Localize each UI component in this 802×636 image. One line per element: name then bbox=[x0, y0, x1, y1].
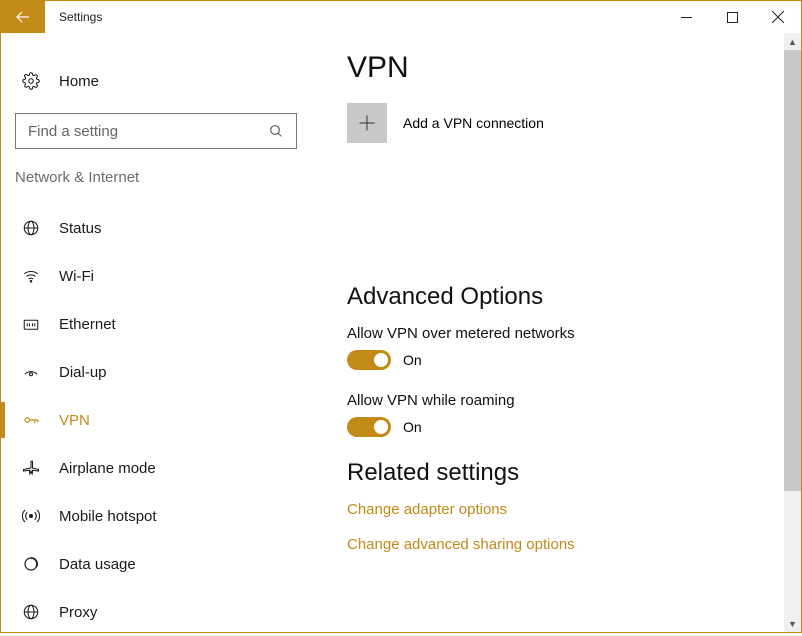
search-input[interactable] bbox=[26, 122, 266, 141]
related-link[interactable]: Change advanced sharing options bbox=[347, 536, 777, 553]
sidebar-nav: Status Wi-Fi Ethernet Dial-up VPN Airplane mo… bbox=[1, 204, 311, 636]
maximize-icon bbox=[727, 12, 738, 23]
sidebar-item-label: Airplane mode bbox=[59, 460, 156, 477]
sidebar-item-proxy[interactable]: Proxy bbox=[1, 588, 311, 636]
close-icon bbox=[772, 11, 784, 23]
ethernet-icon bbox=[21, 314, 41, 334]
dialup-icon bbox=[21, 362, 41, 382]
toggle-switch[interactable] bbox=[347, 417, 391, 437]
sidebar-item-label: Wi-Fi bbox=[59, 268, 94, 285]
close-button[interactable] bbox=[755, 1, 801, 33]
sidebar-item-label: Data usage bbox=[59, 556, 136, 573]
sidebar-home[interactable]: Home bbox=[1, 57, 311, 105]
globe-icon bbox=[21, 218, 41, 238]
titlebar: Settings bbox=[1, 1, 801, 33]
datausage-icon bbox=[21, 554, 41, 574]
back-button[interactable] bbox=[1, 1, 45, 33]
maximize-button[interactable] bbox=[709, 1, 755, 33]
advanced-options-heading: Advanced Options bbox=[347, 283, 777, 311]
sidebar-home-label: Home bbox=[59, 73, 99, 90]
sidebar-item-label: Ethernet bbox=[59, 316, 116, 333]
option-label: Allow VPN over metered networks bbox=[347, 325, 777, 342]
proxy-icon bbox=[21, 602, 41, 622]
vertical-scrollbar[interactable]: ▲ ▼ bbox=[784, 33, 801, 632]
sidebar-item-wi-fi[interactable]: Wi-Fi bbox=[1, 252, 311, 300]
titlebar-drag-area[interactable] bbox=[102, 1, 663, 33]
sidebar-item-status[interactable]: Status bbox=[1, 204, 311, 252]
airplane-icon bbox=[21, 458, 41, 478]
wifi-icon bbox=[21, 266, 41, 286]
sidebar-item-label: Proxy bbox=[59, 604, 97, 621]
option-label: Allow VPN while roaming bbox=[347, 392, 777, 409]
related-link[interactable]: Change adapter options bbox=[347, 501, 777, 518]
window-controls bbox=[663, 1, 801, 33]
sidebar-item-label: VPN bbox=[59, 412, 90, 429]
toggle-state-text: On bbox=[403, 419, 422, 435]
back-arrow-icon bbox=[14, 8, 32, 26]
sidebar: Home Network & Internet Status Wi-Fi Ether… bbox=[1, 33, 311, 632]
scrollbar-thumb[interactable] bbox=[784, 50, 801, 491]
minimize-icon bbox=[681, 12, 692, 23]
vpn-icon bbox=[21, 410, 41, 430]
toggle-state-text: On bbox=[403, 352, 422, 368]
search-icon bbox=[266, 121, 286, 141]
sidebar-item-ethernet[interactable]: Ethernet bbox=[1, 300, 311, 348]
hotspot-icon bbox=[21, 506, 41, 526]
toggle-switch[interactable] bbox=[347, 350, 391, 370]
sidebar-item-label: Mobile hotspot bbox=[59, 508, 157, 525]
sidebar-item-vpn[interactable]: VPN bbox=[1, 396, 311, 444]
plus-icon bbox=[347, 103, 387, 143]
scroll-up-button[interactable]: ▲ bbox=[784, 33, 801, 50]
sidebar-item-dial-up[interactable]: Dial-up bbox=[1, 348, 311, 396]
related-settings-heading: Related settings bbox=[347, 459, 777, 487]
sidebar-category-label: Network & Internet bbox=[1, 169, 311, 186]
search-box[interactable] bbox=[15, 113, 297, 149]
gear-icon bbox=[21, 71, 41, 91]
sidebar-item-airplane-mode[interactable]: Airplane mode bbox=[1, 444, 311, 492]
scroll-down-button[interactable]: ▼ bbox=[784, 615, 801, 632]
minimize-button[interactable] bbox=[663, 1, 709, 33]
page-title: VPN bbox=[347, 51, 777, 85]
sidebar-item-label: Dial-up bbox=[59, 364, 107, 381]
content-area: VPN Add a VPN connection Advanced Option… bbox=[311, 33, 801, 632]
sidebar-item-mobile-hotspot[interactable]: Mobile hotspot bbox=[1, 492, 311, 540]
scrollbar-track[interactable] bbox=[784, 50, 801, 615]
window-title: Settings bbox=[45, 1, 102, 33]
sidebar-item-label: Status bbox=[59, 220, 102, 237]
add-vpn-label: Add a VPN connection bbox=[403, 115, 544, 131]
add-vpn-button[interactable]: Add a VPN connection bbox=[347, 103, 777, 143]
sidebar-item-data-usage[interactable]: Data usage bbox=[1, 540, 311, 588]
